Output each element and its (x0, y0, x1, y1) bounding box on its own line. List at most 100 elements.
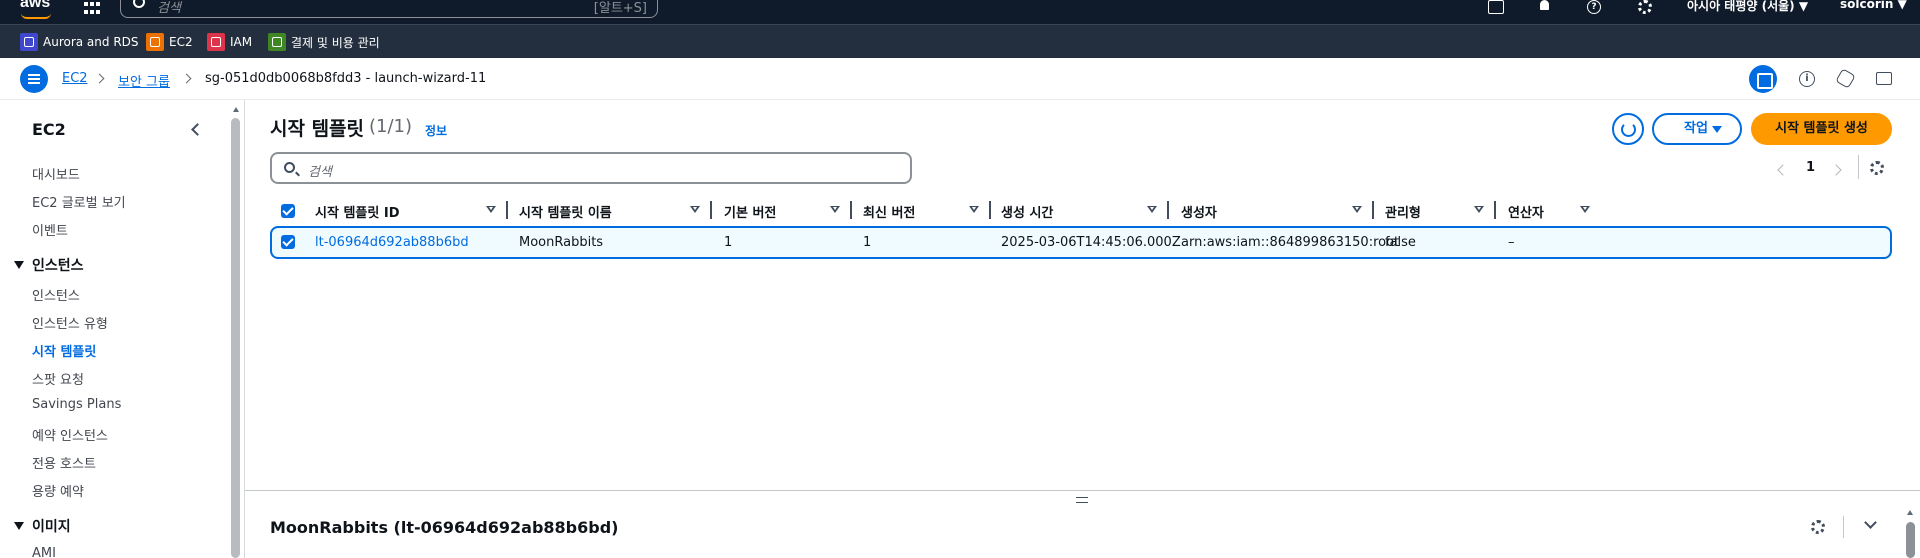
column-divider[interactable] (1372, 201, 1374, 219)
sidebar-item-instances[interactable]: 인스턴스 (32, 285, 80, 304)
sort-icon[interactable] (1580, 206, 1590, 213)
aws-logo-smile (21, 13, 51, 19)
breadcrumb-security-groups[interactable]: 보안 그룹 (118, 71, 170, 90)
sidebar-item-events[interactable]: 이벤트 (32, 220, 68, 239)
services-grid-icon[interactable] (84, 2, 100, 16)
actions-label: 작업 (1684, 121, 1708, 136)
sidebar-collapse-icon[interactable] (191, 123, 204, 136)
settings-gear-icon[interactable] (1638, 0, 1652, 14)
help-icon[interactable]: ? (1587, 0, 1601, 14)
notifications-bell-icon[interactable] (1537, 0, 1553, 14)
cloudshell-icon[interactable] (1488, 0, 1504, 14)
sidebar-item-ami[interactable]: AMI (32, 546, 56, 558)
sidebar-item-instance-types[interactable]: 인스턴스 유형 (32, 313, 108, 332)
cell-created-time: 2025-03-06T14:45:06.000Z (1001, 235, 1181, 250)
sort-icon[interactable] (969, 206, 979, 213)
settings-hex-icon[interactable] (1835, 68, 1856, 89)
column-divider[interactable] (506, 201, 508, 219)
search-placeholder: 검색 (157, 1, 181, 16)
column-divider[interactable] (1167, 201, 1169, 219)
next-page-icon[interactable] (1830, 164, 1842, 176)
sidebar-item-launch-templates[interactable]: 시작 템플릿 (32, 341, 96, 360)
create-launch-template-button[interactable]: 시작 템플릿 생성 (1751, 113, 1892, 145)
table-row[interactable]: lt-06964d692ab88b6bd MoonRabbits 1 1 202… (270, 226, 1892, 259)
page-number[interactable]: 1 (1806, 160, 1815, 175)
cell-template-id[interactable]: lt-06964d692ab88b6bd (315, 235, 469, 250)
column-divider[interactable] (989, 201, 991, 219)
sidebar-item-global-view[interactable]: EC2 글로벌 보기 (32, 192, 126, 211)
filter-placeholder: 검색 (308, 165, 332, 180)
favorite-iam[interactable]: IAM (207, 33, 252, 51)
sidebar-item-savings-plans[interactable]: Savings Plans (32, 397, 121, 412)
info-link[interactable]: 정보 (425, 122, 447, 139)
collapse-chevron-down-icon[interactable] (1864, 516, 1877, 529)
menu-toggle-button[interactable] (20, 65, 48, 93)
scroll-up-arrow-icon[interactable] (233, 107, 239, 112)
detail-settings-gear-icon[interactable] (1811, 520, 1825, 534)
column-header-latest-version[interactable]: 최신 버전 (863, 202, 915, 221)
sidebar-section-title: 인스턴스 (32, 258, 84, 274)
column-divider[interactable] (710, 201, 712, 219)
display-icon[interactable] (1876, 72, 1892, 85)
breadcrumb-current: sg-051d0db0068b8fdd3 - launch-wizard-11 (205, 71, 487, 86)
breadcrumb-bar: EC2 보안 그룹 sg-051d0db0068b8fdd3 - launch-… (0, 58, 1920, 100)
sidebar-section-images[interactable]: 이미지 (14, 516, 71, 536)
refresh-button[interactable] (1612, 113, 1644, 145)
breadcrumb-ec2[interactable]: EC2 (62, 71, 88, 86)
sort-icon[interactable] (486, 206, 496, 213)
favorite-label: IAM (230, 35, 253, 49)
region-selector[interactable]: 아시아 태평양 (서울) ▼ (1687, 0, 1808, 14)
column-header-created-by[interactable]: 생성자 (1181, 202, 1217, 221)
previous-page-icon[interactable] (1777, 164, 1789, 176)
sort-icon[interactable] (1474, 206, 1484, 213)
page-title: 시작 템플릿 (270, 118, 365, 140)
search-icon (133, 0, 145, 8)
selection-count: (1/1) (369, 116, 413, 137)
sidebar-section-instances[interactable]: 인스턴스 (14, 255, 84, 275)
cell-created-by: arn:aws:iam::864899863150:root (1181, 235, 1400, 250)
breadcrumb-separator-icon (181, 73, 192, 84)
favorite-billing[interactable]: 결제 및 비용 관리 (268, 33, 380, 51)
account-menu[interactable]: solcorin ▼ (1840, 0, 1907, 11)
info-icon[interactable]: i (1799, 71, 1815, 87)
table-preferences-gear-icon[interactable] (1870, 161, 1884, 175)
column-header-created[interactable]: 생성 시간 (1001, 202, 1053, 221)
main-scrollbar[interactable] (1906, 522, 1915, 558)
sidebar-item-spot-requests[interactable]: 스팟 요청 (32, 369, 84, 388)
divider (1843, 516, 1844, 538)
column-header-managed[interactable]: 관리형 (1385, 202, 1421, 221)
sidebar-scrollbar[interactable] (231, 118, 240, 558)
main-content: 시작 템플릿 (1/1) 정보 작업 시작 템플릿 생성 검색 1 시작 템플릿… (245, 100, 1920, 558)
scroll-up-arrow-icon[interactable] (1907, 510, 1913, 515)
split-panel-icon[interactable] (1749, 65, 1777, 93)
favorites-bar: Aurora and RDS EC2 IAM 결제 및 비용 관리 (0, 24, 1920, 58)
sidebar-item-dedicated-hosts[interactable]: 전용 호스트 (32, 453, 96, 472)
sidebar-item-capacity-reservations[interactable]: 용량 예약 (32, 481, 84, 500)
row-checkbox[interactable] (281, 235, 295, 249)
sort-icon[interactable] (1352, 206, 1362, 213)
top-navigation: aws 검색 [알트+S] ? 아시아 태평양 (서울) ▼ solcorin … (0, 0, 1920, 24)
favorite-ec2[interactable]: EC2 (146, 33, 193, 51)
resize-handle-icon[interactable] (1076, 497, 1088, 503)
favorite-aurora-rds[interactable]: Aurora and RDS (20, 33, 139, 51)
expand-triangle-icon (14, 261, 24, 269)
filter-search-input[interactable]: 검색 (270, 152, 912, 184)
sidebar-item-dashboard[interactable]: 대시보드 (32, 164, 80, 183)
aws-logo[interactable]: aws (20, 0, 50, 12)
column-divider[interactable] (1494, 201, 1496, 219)
sort-icon[interactable] (690, 206, 700, 213)
sort-icon[interactable] (830, 206, 840, 213)
column-divider[interactable] (850, 201, 852, 219)
column-header-id[interactable]: 시작 템플릿 ID (315, 202, 399, 221)
global-search-input[interactable]: 검색 [알트+S] (120, 0, 658, 18)
sort-icon[interactable] (1147, 206, 1157, 213)
actions-button[interactable]: 작업 (1652, 113, 1742, 145)
select-all-checkbox[interactable] (281, 204, 295, 218)
column-header-default-version[interactable]: 기본 버전 (724, 202, 776, 221)
sidebar-item-reserved-instances[interactable]: 예약 인스턴스 (32, 425, 108, 444)
caret-down-icon (1712, 126, 1722, 133)
cell-operator: – (1508, 235, 1515, 250)
column-header-name[interactable]: 시작 템플릿 이름 (519, 202, 612, 221)
ec2-icon (146, 33, 164, 51)
column-header-operator[interactable]: 연산자 (1508, 202, 1544, 221)
